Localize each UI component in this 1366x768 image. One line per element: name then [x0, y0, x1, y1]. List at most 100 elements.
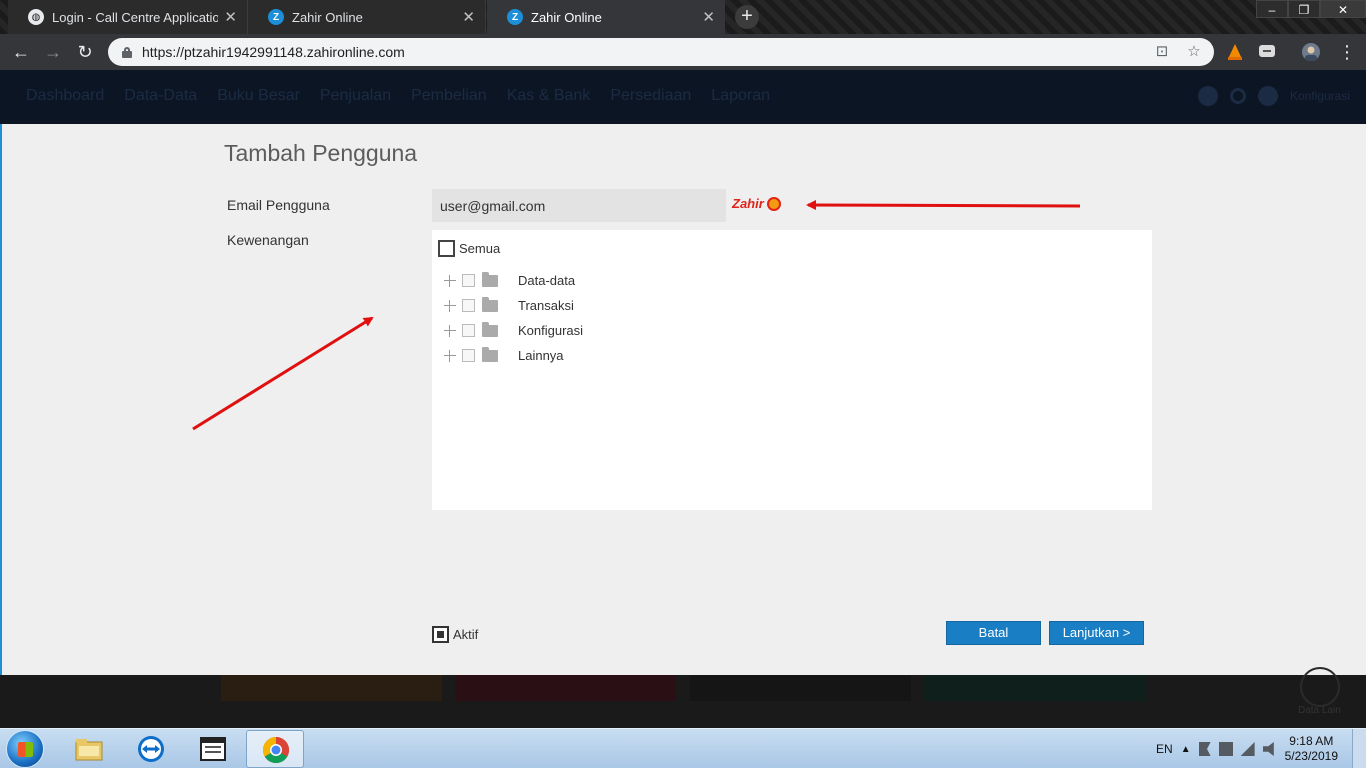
taskbar-explorer[interactable] — [60, 730, 118, 768]
show-hidden-icons-icon[interactable]: ▲ — [1181, 744, 1191, 755]
menu-item-pembelian[interactable]: Pembelian — [411, 87, 487, 105]
close-window-button[interactable]: ✕ — [1320, 0, 1366, 18]
folder-icon — [482, 346, 498, 362]
tree-item-label: Transaksi — [518, 298, 574, 313]
play-icon[interactable] — [1197, 86, 1218, 106]
action-center-flag-icon[interactable] — [1198, 742, 1211, 756]
active-toggle[interactable]: Aktif — [432, 626, 478, 643]
reload-icon[interactable]: ↻ — [74, 41, 96, 63]
tab-close-icon[interactable]: ✕ — [702, 8, 715, 26]
new-tab-button[interactable]: + — [735, 5, 759, 29]
show-desktop-button[interactable] — [1352, 729, 1366, 768]
tab-title: Login - Call Centre Application — [52, 9, 219, 25]
explorer-icon — [75, 739, 103, 761]
tab-title: Zahir Online — [531, 9, 602, 25]
start-button[interactable] — [6, 730, 44, 768]
clock-time: 9:18 AM — [1289, 734, 1334, 748]
folder-icon — [482, 321, 498, 337]
tree-checkbox[interactable] — [462, 349, 475, 362]
menu-item-persediaan[interactable]: Persediaan — [610, 87, 691, 105]
menu-item-data[interactable]: Data-Data — [124, 87, 197, 105]
tree-item-transaksi[interactable]: Transaksi — [444, 293, 583, 318]
translate-icon[interactable]: ⊡ — [1153, 43, 1171, 61]
select-all-row[interactable]: Semua — [438, 240, 500, 257]
dashboard-tile — [455, 675, 676, 701]
taskbar-window-app[interactable] — [184, 730, 242, 768]
main-menu: Dashboard Data-Data Buku Besar Penjualan… — [26, 87, 770, 105]
folder-icon — [482, 296, 498, 312]
lock-icon — [122, 46, 132, 58]
menu-item-kas-bank[interactable]: Kas & Bank — [507, 87, 591, 105]
tab-close-icon[interactable]: ✕ — [224, 8, 237, 26]
window-icon — [200, 737, 226, 761]
dashboard-tile — [221, 675, 442, 701]
address-bar[interactable]: https://ptzahir1942991148.zahironline.co… — [108, 38, 1214, 66]
email-field[interactable] — [432, 189, 726, 222]
teamviewer-icon — [138, 736, 164, 762]
tree-item-label: Lainnya — [518, 348, 564, 363]
tree-item-label: Data-data — [518, 273, 576, 288]
language-indicator[interactable]: EN — [1156, 742, 1173, 756]
usb-device-icon[interactable] — [1218, 742, 1233, 756]
tab-close-icon[interactable]: ✕ — [462, 8, 475, 26]
profile-avatar[interactable] — [1302, 43, 1320, 61]
zahir-logo-icon — [766, 196, 781, 211]
back-arrow-icon[interactable]: ← — [10, 41, 32, 63]
menu-item-buku-besar[interactable]: Buku Besar — [217, 87, 300, 105]
tree-item-data-data[interactable]: Data-data — [444, 268, 583, 293]
globe-icon: ◍ — [28, 9, 44, 25]
email-label: Email Pengguna — [227, 197, 330, 213]
select-all-checkbox[interactable] — [438, 240, 455, 257]
dashboard-background: Data Lain — [0, 667, 1366, 728]
active-label: Aktif — [453, 627, 479, 642]
clock-date: 5/23/2019 — [1284, 749, 1338, 763]
next-button[interactable]: Lanjutkan > — [1049, 621, 1144, 645]
restore-button[interactable]: ❐ — [1288, 0, 1320, 18]
windows-logo-icon — [18, 742, 33, 757]
tab-zahir-online-active[interactable]: Z Zahir Online ✕ — [487, 0, 725, 34]
bookmark-star-icon[interactable]: ☆ — [1185, 43, 1203, 61]
dashboard-tile — [690, 675, 911, 701]
tree-checkbox[interactable] — [462, 324, 475, 337]
tree-item-label: Konfigurasi — [518, 323, 584, 338]
settings-label[interactable]: Konfigurasi — [1290, 89, 1350, 103]
tree-item-konfigurasi[interactable]: Konfigurasi — [444, 318, 583, 343]
window-controls: – ❐ ✕ — [1256, 0, 1366, 18]
tree-item-lainnya[interactable]: Lainnya — [444, 343, 583, 368]
permission-tree: Data-data Transaksi Konfigurasi Lainnya — [444, 268, 583, 368]
permission-label: Kewenangan — [227, 232, 309, 248]
gear-icon[interactable] — [1257, 86, 1278, 106]
active-checkbox[interactable] — [432, 626, 449, 643]
network-signal-icon[interactable] — [1240, 742, 1255, 756]
chrome-menu-icon[interactable]: ⋮ — [1336, 41, 1358, 63]
expand-plus-icon[interactable] — [444, 299, 456, 312]
chat-extension-icon[interactable] — [1258, 43, 1276, 61]
data-lain-label[interactable]: Data Lain — [1298, 705, 1341, 716]
nav-right-tools: Konfigurasi — [1197, 86, 1350, 106]
forward-arrow-icon[interactable]: → — [42, 41, 64, 63]
taskbar-teamviewer[interactable] — [122, 730, 180, 768]
volume-icon[interactable] — [1262, 742, 1274, 756]
zahir-icon: Z — [268, 9, 284, 25]
add-user-dialog: Tambah Pengguna Email Pengguna Zahir Kew… — [0, 124, 1366, 675]
expand-plus-icon[interactable] — [444, 274, 456, 287]
zahir-badge: Zahir — [732, 196, 781, 211]
system-tray: EN ▲ 9:18 AM 5/23/2019 — [1156, 729, 1338, 768]
vlc-extension-icon[interactable] — [1226, 43, 1244, 61]
cancel-button[interactable]: Batal — [946, 621, 1041, 645]
tree-checkbox[interactable] — [462, 299, 475, 312]
minimize-button[interactable]: – — [1256, 0, 1288, 18]
menu-item-laporan[interactable]: Laporan — [711, 87, 770, 105]
search-icon[interactable] — [1229, 88, 1246, 104]
expand-plus-icon[interactable] — [444, 324, 456, 337]
zahir-logo-text: Zahir — [732, 196, 764, 211]
tab-login-call-centre[interactable]: ◍ Login - Call Centre Application ✕ — [8, 0, 248, 34]
browser-toolbar: ← → ↻ https://ptzahir1942991148.zahironl… — [0, 34, 1366, 70]
clock[interactable]: 9:18 AM 5/23/2019 — [1285, 734, 1338, 764]
tab-zahir-online[interactable]: Z Zahir Online ✕ — [248, 0, 486, 34]
menu-item-penjualan[interactable]: Penjualan — [320, 87, 391, 105]
menu-item-dashboard[interactable]: Dashboard — [26, 87, 104, 105]
tree-checkbox[interactable] — [462, 274, 475, 287]
expand-plus-icon[interactable] — [444, 349, 456, 362]
taskbar-chrome[interactable] — [246, 730, 304, 768]
